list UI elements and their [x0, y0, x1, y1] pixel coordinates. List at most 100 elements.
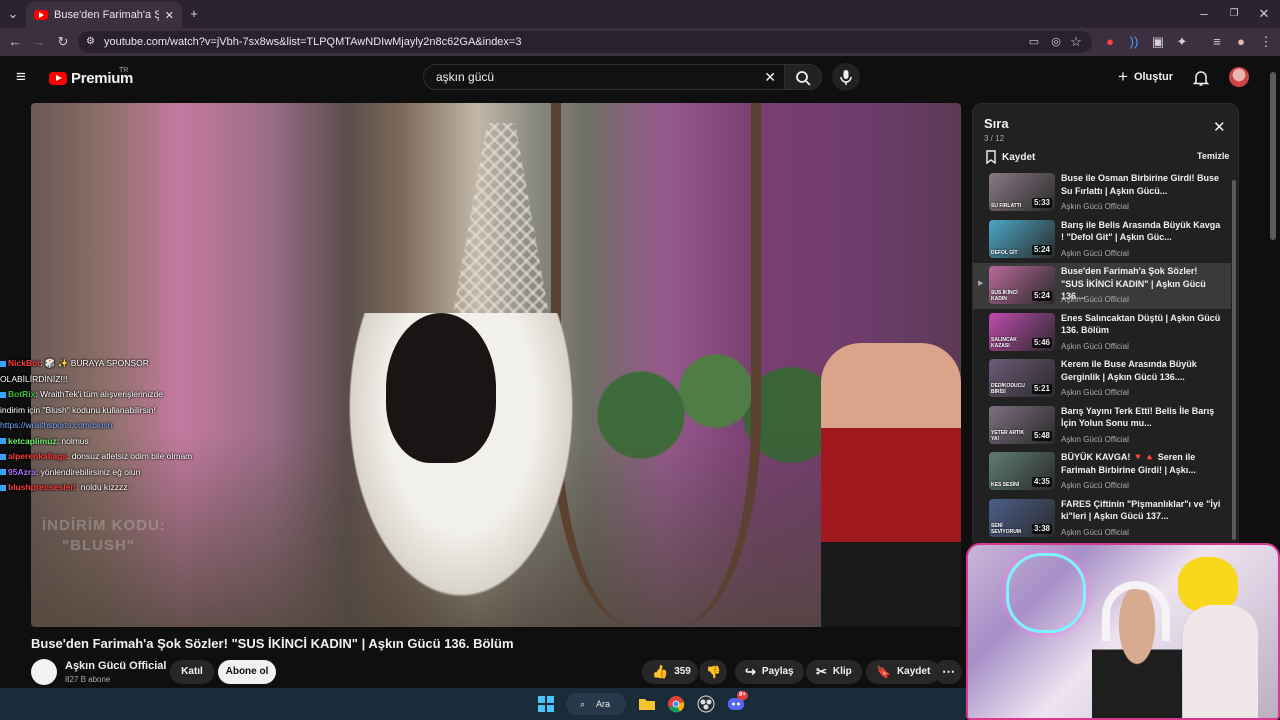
- search-value: aşkın gücü: [436, 70, 495, 84]
- share-label: Paylaş: [761, 666, 794, 677]
- chat-badge-icon: [0, 453, 6, 460]
- chat-message: blushprensesleri: noldu kızzzz: [0, 480, 240, 496]
- save-button[interactable]: 🔖 Kaydet: [866, 660, 941, 684]
- video-scene-person-right: [821, 343, 961, 627]
- search-button[interactable]: [784, 64, 822, 90]
- logo-region: TR: [119, 67, 129, 74]
- extensions-puzzle-icon[interactable]: ✦: [1174, 35, 1190, 49]
- queue-item[interactable]: DEDİKODUCU BİRİSİ 5:21 Kerem ile Buse Aras…: [973, 356, 1231, 402]
- subscriber-count: 827 B abone: [65, 675, 111, 684]
- file-explorer-icon[interactable]: [637, 694, 657, 714]
- cast-icon[interactable]: ▭: [1026, 35, 1042, 49]
- queue-thumbnail[interactable]: YETER ARTIK YA! 5:48: [989, 405, 1055, 444]
- queue-item-title[interactable]: Buse ile Osman Birbirine Girdi! Buse Su …: [1061, 172, 1221, 197]
- chat-message: 95Azra: yönlendirebilirsiniz eğ olun: [0, 465, 240, 481]
- obs-icon[interactable]: [696, 694, 716, 714]
- bookmark-star-icon[interactable]: ☆: [1068, 35, 1084, 49]
- queue-item[interactable]: SALINCAK KAZASI 5:46 Enes Salıncaktan Düşt…: [973, 310, 1231, 356]
- video-duration: 4:35: [1031, 477, 1052, 487]
- chat-text: indirim için "Blush" kodunu kullanabilir…: [0, 404, 156, 415]
- queue-save-button[interactable]: Kaydet: [985, 150, 1035, 164]
- tab-list-icon[interactable]: ⌄: [5, 7, 21, 21]
- site-info-icon[interactable]: ⚙: [86, 31, 95, 53]
- queue-item[interactable]: YETER ARTIK YA! 5:48 Barış Yayını Terk Ett…: [973, 403, 1231, 449]
- browser-tab-strip: ⌄ Buse'den Farimah'a Şok Sözler! "SUS İK…: [0, 0, 1280, 28]
- video-duration: 5:21: [1031, 384, 1052, 394]
- youtube-premium-logo[interactable]: Premium TR: [49, 67, 133, 87]
- queue-item-title[interactable]: Kerem ile Buse Arasında Büyük Gerginlik …: [1061, 358, 1221, 383]
- clip-label: Klip: [832, 666, 852, 677]
- chat-username: alperenkaliaga: [8, 451, 68, 461]
- queue-item[interactable]: DEFOL GİT 5:24 Barış ile Belis Arasında Bü…: [973, 217, 1231, 263]
- webcam-gaming-chair: [1183, 605, 1258, 718]
- browser-tab[interactable]: Buse'den Farimah'a Şok Sözler! "SUS İKİN…: [26, 2, 182, 28]
- subscribe-button[interactable]: Abone ol: [218, 660, 276, 684]
- reload-icon[interactable]: ↻: [55, 35, 71, 49]
- voice-search-button[interactable]: [832, 63, 860, 91]
- queue-scrollbar[interactable]: [1232, 180, 1236, 540]
- extension-red-icon[interactable]: ●: [1102, 35, 1118, 49]
- queue-item-channel: Aşkın Gücü Official: [1061, 388, 1129, 397]
- eye-off-icon[interactable]: ◎: [1048, 35, 1064, 49]
- page-scrollbar[interactable]: [1270, 72, 1276, 240]
- queue-item[interactable]: KES SESİNİ 4:35 BÜYÜK KAVGA! 🔻🔺 Seren ile …: [973, 449, 1231, 495]
- channel-avatar[interactable]: [31, 659, 57, 685]
- chat-message: indirim için "Blush" kodunu kullanabilir…: [0, 403, 240, 419]
- chat-username: ketcaplimuz: [8, 435, 57, 446]
- channel-name[interactable]: Aşkın Gücü Official: [65, 660, 166, 672]
- restore-icon[interactable]: ❐: [1226, 7, 1242, 21]
- queue-item-title[interactable]: Barış ile Belis Arasında Büyük Kavga ! "…: [1061, 219, 1221, 244]
- account-avatar[interactable]: [1229, 67, 1249, 87]
- thumbnail-caption: SUS İKİNCİ KADIN: [991, 290, 1018, 302]
- chrome-icon[interactable]: [666, 694, 686, 714]
- taskbar-search[interactable]: ⌕ Ara: [566, 693, 626, 715]
- queue-thumbnail[interactable]: DEFOL GİT 5:24: [989, 219, 1055, 258]
- profile-icon[interactable]: ●: [1233, 35, 1249, 49]
- queue-thumbnail[interactable]: KES SESİNİ 4:35: [989, 452, 1055, 490]
- reading-list-icon[interactable]: ≡: [1209, 35, 1225, 49]
- windows-start-icon[interactable]: [536, 694, 556, 714]
- queue-item-title[interactable]: BÜYÜK KAVGA! 🔻🔺 Seren ile Farimah Birbir…: [1061, 451, 1221, 476]
- back-icon[interactable]: ←: [7, 35, 23, 49]
- queue-item[interactable]: SENİ SEVİYORUM 3:38 FARES Çiftinin "Pişman…: [973, 496, 1231, 542]
- notifications-bell-icon[interactable]: [1192, 69, 1210, 87]
- create-button[interactable]: + Oluştur: [1118, 64, 1173, 90]
- bookmark-outline-icon: [986, 150, 996, 164]
- browser-menu-icon[interactable]: ⋮: [1258, 35, 1274, 49]
- dislike-button[interactable]: 👎: [699, 660, 727, 684]
- queue-item[interactable]: ▶ SUS İKİNCİ KADIN 5:24 Buse'den Farimah'a …: [973, 263, 1231, 309]
- share-button[interactable]: ↪ Paylaş: [735, 660, 804, 684]
- minimize-icon[interactable]: –: [1196, 7, 1212, 21]
- search-input[interactable]: aşkın gücü ✕: [423, 64, 787, 90]
- queue-thumbnail[interactable]: SUS İKİNCİ KADIN 5:24: [989, 266, 1055, 304]
- clip-button[interactable]: ✂ Klip: [806, 660, 862, 684]
- queue-close-icon[interactable]: ✕: [1213, 118, 1226, 136]
- more-actions-button[interactable]: ⋯: [934, 660, 962, 684]
- forward-icon[interactable]: →: [31, 35, 47, 49]
- chat-username: BotRix: [8, 389, 36, 399]
- hamburger-menu-icon[interactable]: ≡: [16, 67, 26, 87]
- tab-close-icon[interactable]: ✕: [165, 9, 174, 22]
- url-field[interactable]: ⚙ youtube.com/watch?v=jVbh-7sx8ws&list=T…: [78, 31, 1092, 53]
- queue-item-channel: Aşkın Gücü Official: [1061, 527, 1129, 537]
- queue-thumbnail[interactable]: SU FIRLATTI 5:33: [989, 173, 1055, 211]
- save-label: Kaydet: [896, 666, 931, 677]
- chat-text: https://wraithsports.com/blush: [0, 420, 113, 430]
- queue-thumbnail[interactable]: SALINCAK KAZASI 5:46: [989, 312, 1055, 351]
- join-button[interactable]: Katıl: [170, 660, 214, 684]
- window-close-icon[interactable]: ✕: [1256, 7, 1272, 21]
- queue-item[interactable]: SU FIRLATTI 5:33 Buse ile Osman Birbirine …: [973, 170, 1231, 216]
- queue-clear-button[interactable]: Temizle: [1197, 151, 1229, 161]
- extension-box-icon[interactable]: ▣: [1150, 35, 1166, 49]
- chat-text: : donsuz atletsiz odim bile olmam: [67, 451, 193, 461]
- like-button[interactable]: 👍 359: [642, 660, 698, 684]
- queue-item-channel: Aşkın Gücü Official: [1061, 295, 1129, 304]
- queue-thumbnail[interactable]: SENİ SEVİYORUM 3:38: [989, 498, 1055, 537]
- queue-item-title[interactable]: FARES Çiftinin "Pişmanlıklar"ı ve "İyi k…: [1061, 498, 1221, 523]
- queue-item-title[interactable]: Enes Salıncaktan Düştü | Aşkın Gücü 136.…: [1061, 312, 1221, 337]
- queue-thumbnail[interactable]: DEDİKODUCU BİRİSİ 5:21: [989, 359, 1055, 397]
- extension-audio-icon[interactable]: )): [1126, 35, 1142, 49]
- queue-item-title[interactable]: Barış Yayını Terk Etti! Belis İle Barış …: [1061, 405, 1221, 430]
- new-tab-icon[interactable]: +: [186, 7, 202, 21]
- clear-search-icon[interactable]: ✕: [764, 65, 776, 89]
